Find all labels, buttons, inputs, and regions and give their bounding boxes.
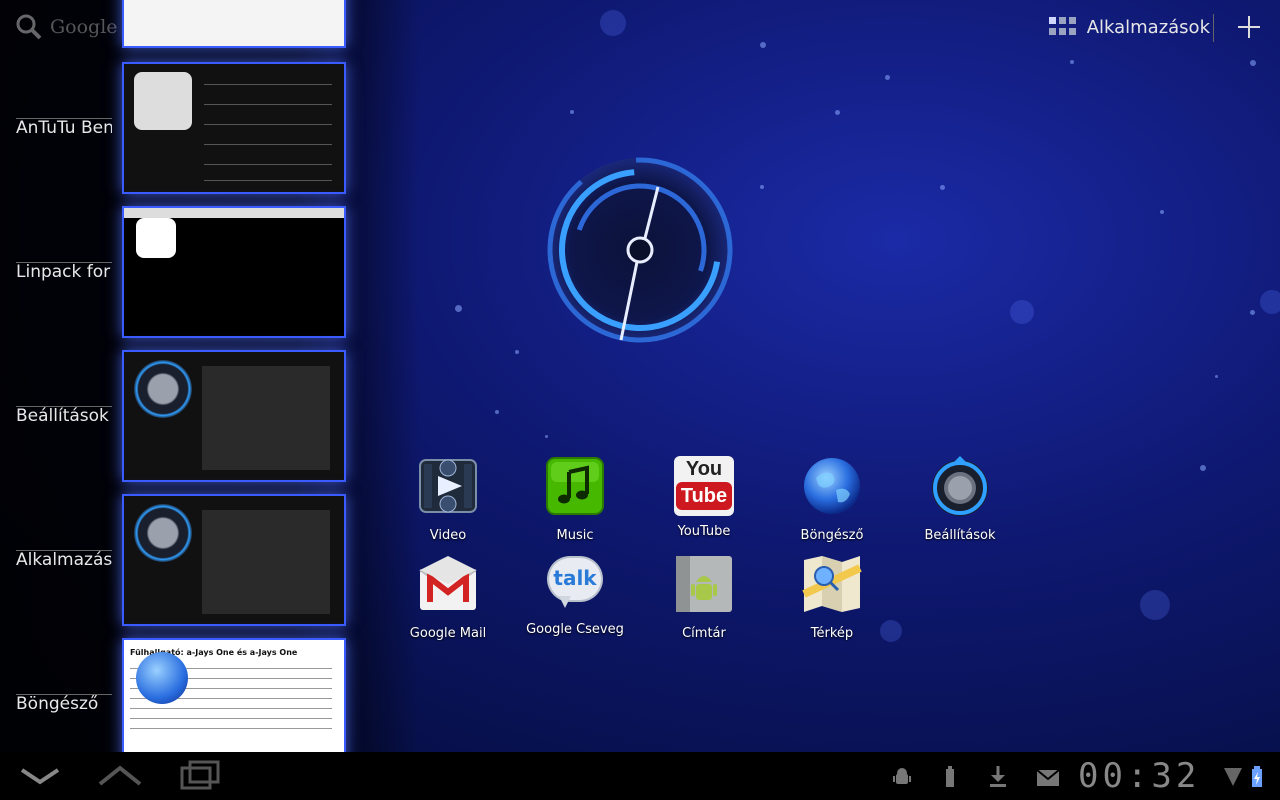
clock-time[interactable]: 00:32 [1078, 756, 1200, 796]
battery-charging-icon [1252, 766, 1262, 787]
recent-item-label: Alkalmazást [16, 550, 112, 570]
app-music[interactable]: Music [515, 456, 635, 543]
all-apps-label: Alkalmazások [1086, 16, 1210, 38]
app-youtube[interactable]: You Tube YouTube [644, 456, 764, 539]
recent-item-browser[interactable]: Böngésző Fülhallgató: a-Jays One és a-Ja… [0, 638, 350, 770]
apps-grid-icon [1048, 17, 1079, 37]
maps-icon [802, 556, 862, 612]
settings-icon [932, 456, 988, 516]
music-icon [546, 457, 604, 515]
search-icon [16, 14, 42, 40]
browser-globe-icon [804, 458, 860, 514]
recent-apps-panel: Google AnTuTu Ben Linpack for Beállításo… [0, 0, 420, 770]
contacts-icon [676, 556, 732, 612]
recent-item-label: Böngésző [16, 694, 99, 714]
gmail-icon [419, 556, 477, 610]
linpack-app-icon [136, 218, 176, 258]
youtube-icon: You Tube [674, 456, 734, 516]
recent-thumbnail-partial[interactable] [122, 0, 346, 48]
talk-icon: talk [545, 554, 605, 614]
settings-app-icon [134, 504, 192, 562]
search-label: Google [50, 16, 118, 38]
recent-thumbnail [122, 62, 346, 194]
recent-item-settings[interactable]: Beállítások [0, 350, 350, 482]
recent-apps-button[interactable] [170, 760, 230, 792]
app-contacts[interactable]: Címtár [644, 554, 764, 641]
analog-clock-widget[interactable] [545, 155, 735, 345]
recent-item-label: AnTuTu Ben [16, 118, 112, 138]
header-divider [1213, 14, 1214, 42]
antutu-app-icon [134, 72, 192, 130]
recent-thumbnail: Fülhallgató: a-Jays One és a-Jays One [122, 638, 346, 770]
usb-storage-icon [946, 766, 954, 787]
recent-item-antutu[interactable]: AnTuTu Ben [0, 62, 350, 194]
recent-item-label: Linpack for [16, 262, 111, 282]
recent-thumbnail [122, 350, 346, 482]
browser-app-icon [136, 652, 188, 704]
app-talk[interactable]: talk Google Cseveg [515, 554, 635, 637]
back-button[interactable] [10, 760, 70, 792]
app-settings[interactable]: Beállítások [900, 456, 1020, 543]
app-maps[interactable]: Térkép [772, 554, 892, 641]
android-debug-icon [893, 768, 911, 784]
recent-thumbnail [122, 206, 346, 338]
all-apps-button[interactable]: Alkalmazások [1048, 10, 1210, 44]
home-button[interactable] [90, 760, 150, 792]
add-widget-button[interactable] [1236, 14, 1262, 40]
system-bar: 00:32 [0, 752, 1280, 800]
recent-item-label: Beállítások [16, 406, 109, 426]
app-browser[interactable]: Böngésző [772, 456, 892, 543]
wifi-signal-icon [1224, 768, 1242, 786]
recent-item-apps[interactable]: Alkalmazást [0, 494, 350, 626]
recent-thumbnail [122, 494, 346, 626]
video-icon [419, 459, 477, 513]
download-icon [990, 766, 1006, 787]
settings-app-icon [134, 360, 192, 418]
gmail-notification-icon [1036, 769, 1060, 786]
recent-item-linpack[interactable]: Linpack for [0, 206, 350, 338]
google-search-bar[interactable]: Google [16, 12, 118, 42]
